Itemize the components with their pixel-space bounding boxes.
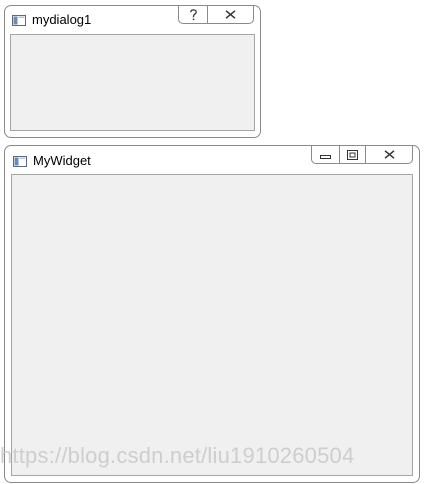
minimize-button[interactable] (312, 146, 339, 163)
dialog-caption-buttons (178, 6, 254, 24)
maximize-button[interactable] (339, 146, 365, 163)
close-icon (384, 150, 395, 159)
widget-close-button[interactable] (365, 146, 412, 163)
question-mark-icon (189, 8, 198, 21)
dialog-window: mydialog1 (4, 5, 261, 138)
window-app-icon (12, 13, 26, 26)
window-app-icon (13, 154, 27, 167)
close-icon (225, 10, 236, 19)
maximize-icon (347, 149, 358, 160)
dialog-title: mydialog1 (32, 12, 92, 27)
widget-caption-buttons (311, 146, 413, 164)
minimize-icon (320, 150, 331, 159)
widget-window: MyWidget (4, 145, 420, 483)
dialog-client-area (10, 34, 255, 131)
widget-client-area (11, 174, 413, 476)
watermark-text: https://blog.csdn.net/liu1910260504 (0, 443, 355, 468)
widget-title: MyWidget (33, 153, 91, 168)
dialog-close-button[interactable] (207, 6, 253, 23)
help-button[interactable] (179, 6, 207, 23)
